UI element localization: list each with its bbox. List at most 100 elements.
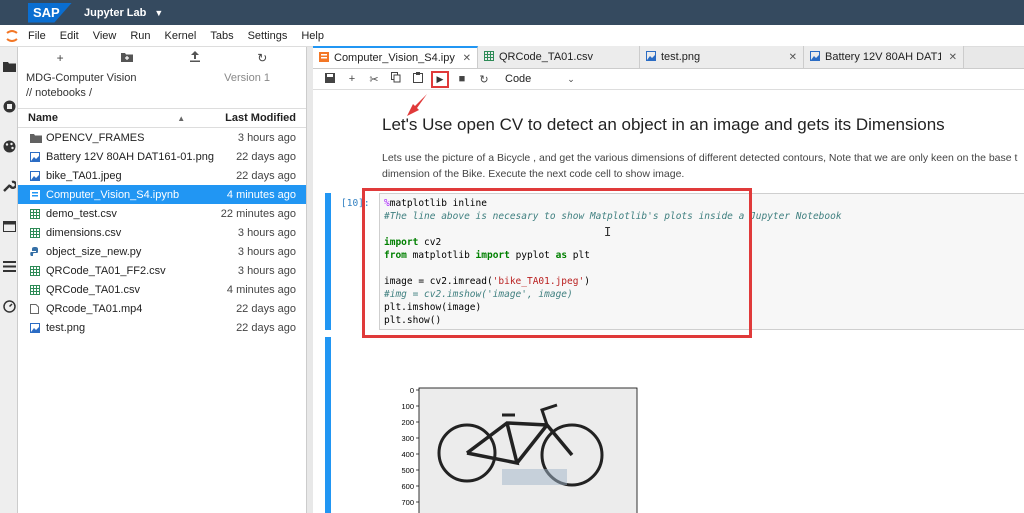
tab-qrcode-csv[interactable]: QRCode_TA01.csv — [478, 46, 640, 68]
generic-file-icon — [30, 303, 46, 314]
file-name: QRcode_TA01.mp4 — [46, 302, 143, 315]
menu-help[interactable]: Help — [301, 30, 324, 42]
csv-file-icon — [30, 284, 46, 295]
running-kernels-icon[interactable] — [0, 97, 18, 115]
markdown-heading: Let's Use open CV to detect an object in… — [382, 115, 945, 134]
tabs-icon[interactable] — [0, 217, 18, 235]
cell-type-select[interactable]: Code — [505, 73, 531, 85]
save-icon[interactable] — [319, 72, 341, 86]
y-tick-label: 400 — [401, 450, 414, 459]
main-area: Computer_Vision_S4.ipynb ✕ QRCode_TA01.c… — [313, 46, 1024, 513]
file-modified: 3 hours ago — [237, 264, 296, 277]
menu-bar: File Edit View Run Kernel Tabs Settings … — [0, 25, 1024, 47]
gauge-icon[interactable] — [0, 297, 18, 315]
cut-icon[interactable]: ✂ — [363, 73, 385, 86]
menu-run[interactable]: Run — [130, 30, 150, 42]
copy-icon[interactable] — [385, 72, 407, 86]
activity-sidebar — [0, 47, 18, 513]
new-folder-icon[interactable] — [120, 51, 133, 65]
file-name: test.png — [46, 321, 86, 334]
tab-battery-png[interactable]: Battery 12V 80AH DAT161-0 ✕ — [804, 46, 964, 68]
list-icon[interactable] — [0, 257, 18, 275]
file-name: Computer_Vision_S4.ipynb — [46, 188, 180, 201]
code-line: #The line above is necesary to show Matp… — [384, 211, 842, 222]
file-modified: 22 days ago — [236, 150, 296, 163]
file-row[interactable]: bike_TA01.jpeg 22 days ago — [18, 166, 306, 185]
file-browser: + ↻ MDG-Computer Vision Version 1 // not… — [18, 47, 307, 513]
column-modified-header[interactable]: Last Modified — [225, 112, 296, 124]
file-row[interactable]: test.png 22 days ago — [18, 318, 306, 337]
tab-test-png[interactable]: test.png ✕ — [640, 46, 804, 68]
file-modified: 3 hours ago — [237, 226, 296, 239]
run-cell-button[interactable]: ▶ — [431, 70, 449, 88]
execution-count: [10]: — [341, 198, 370, 209]
tab-computer-vision-notebook[interactable]: Computer_Vision_S4.ipynb ✕ — [313, 46, 478, 68]
code-line: plt.imshow(image) — [384, 302, 482, 313]
y-tick-label: 600 — [401, 482, 414, 491]
y-tick-label: 500 — [401, 466, 414, 475]
sort-caret-icon[interactable]: ▲ — [177, 114, 185, 123]
menu-kernel[interactable]: Kernel — [165, 30, 197, 42]
folder-icon[interactable] — [0, 57, 18, 75]
new-launcher-icon[interactable]: + — [57, 51, 64, 65]
jupyter-logo-icon — [2, 26, 22, 46]
paste-icon[interactable] — [407, 72, 429, 86]
file-name: Battery 12V 80AH DAT161-01.png — [46, 150, 214, 163]
file-row[interactable]: QRcode_TA01.mp4 22 days ago — [18, 299, 306, 318]
y-tick-label: 700 — [401, 498, 414, 507]
upload-icon[interactable] — [190, 51, 201, 65]
active-cell-indicator — [325, 193, 331, 330]
refresh-icon[interactable]: ↻ — [257, 51, 267, 65]
image-file-icon — [30, 151, 46, 162]
close-icon[interactable]: ✕ — [463, 53, 471, 64]
file-browser-toolbar: + ↻ — [18, 47, 306, 69]
sap-logo: SAP — [28, 2, 72, 23]
file-row[interactable]: demo_test.csv 22 minutes ago — [18, 204, 306, 223]
code-line: #img = cv2.imshow('image', image) — [384, 289, 573, 300]
close-icon[interactable]: ✕ — [789, 52, 797, 63]
file-row[interactable]: OPENCV_FRAMES 3 hours ago — [18, 128, 306, 147]
file-modified: 4 minutes ago — [226, 188, 296, 201]
tab-bar: Computer_Vision_S4.ipynb ✕ QRCode_TA01.c… — [313, 46, 1024, 69]
file-row[interactable]: dimensions.csv 3 hours ago — [18, 223, 306, 242]
stop-icon[interactable]: ■ — [451, 73, 473, 85]
file-modified: 3 hours ago — [237, 245, 296, 258]
image-file-icon — [30, 170, 46, 181]
code-line: image = cv2.imread('bike_TA01.jpeg') — [384, 276, 590, 287]
code-line: import cv2 — [384, 237, 442, 248]
csv-file-icon — [30, 227, 46, 238]
close-icon[interactable]: ✕ — [949, 52, 957, 63]
insert-cell-icon[interactable]: + — [341, 73, 363, 85]
code-line: %matplotlib inline — [384, 198, 487, 209]
menu-edit[interactable]: Edit — [60, 30, 79, 42]
code-editor[interactable]: %matplotlib inline #The line above is ne… — [379, 193, 1024, 330]
notebook-content: Let's Use open CV to detect an object in… — [313, 90, 1024, 513]
file-row[interactable]: Computer_Vision_S4.ipynb 4 minutes ago — [18, 185, 306, 204]
app-title[interactable]: Jupyter Lab — [84, 7, 146, 19]
y-tick-label: 300 — [401, 434, 414, 443]
app-menu-caret-icon[interactable]: ▼ — [154, 8, 163, 18]
y-axis-ticks: 0100200300400500600700800 — [401, 386, 419, 507]
file-name: bike_TA01.jpeg — [46, 169, 122, 182]
menu-settings[interactable]: Settings — [248, 30, 288, 42]
file-name: demo_test.csv — [46, 207, 117, 220]
restart-kernel-icon[interactable]: ↻ — [473, 73, 495, 86]
file-modified: 3 hours ago — [237, 131, 296, 144]
file-row[interactable]: object_size_new.py 3 hours ago — [18, 242, 306, 261]
markdown-paragraph: Lets use the picture of a Bicycle , and … — [382, 150, 1024, 182]
palette-icon[interactable] — [0, 137, 18, 155]
file-row[interactable]: QRCode_TA01.csv 4 minutes ago — [18, 280, 306, 299]
shadow-region — [502, 469, 567, 485]
file-row[interactable]: Battery 12V 80AH DAT161-01.png 22 days ag… — [18, 147, 306, 166]
file-row[interactable]: QRCode_TA01_FF2.csv 3 hours ago — [18, 261, 306, 280]
breadcrumb[interactable]: // notebooks / — [18, 87, 306, 103]
menu-view[interactable]: View — [93, 30, 117, 42]
column-name-header[interactable]: Name — [28, 112, 177, 124]
menu-tabs[interactable]: Tabs — [210, 30, 233, 42]
python-file-icon — [30, 246, 46, 257]
wrench-icon[interactable] — [0, 177, 18, 195]
notebook-toolbar: + ✂ ▶ ■ ↻ Code ⌄ — [313, 69, 1024, 116]
chevron-down-icon[interactable]: ⌄ — [567, 74, 575, 85]
file-modified: 22 days ago — [236, 169, 296, 182]
menu-file[interactable]: File — [28, 30, 46, 42]
